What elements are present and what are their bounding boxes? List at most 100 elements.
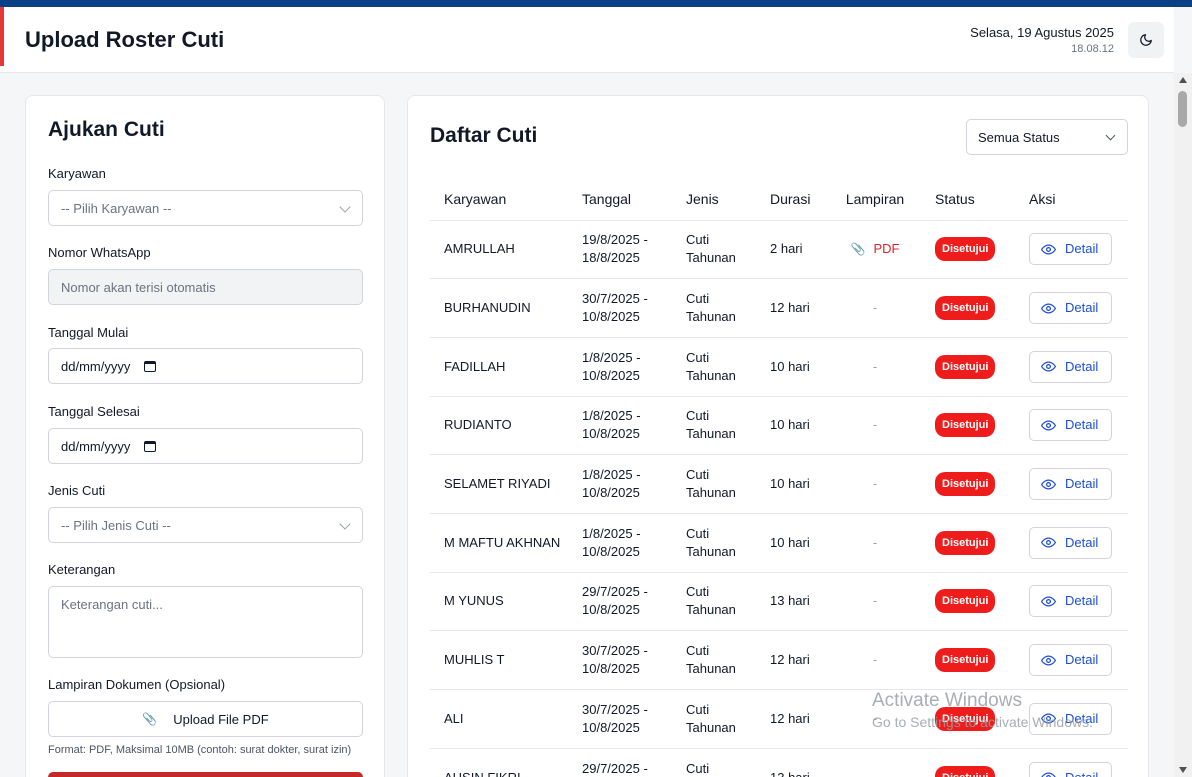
upload-pdf-button[interactable]: 📎 Upload File PDF bbox=[48, 701, 363, 737]
scroll-down-arrow-icon[interactable] bbox=[1179, 767, 1187, 773]
cell-type: Cuti Tahunan bbox=[672, 396, 756, 456]
cell-type: Cuti Tahunan bbox=[672, 337, 756, 397]
eye-icon bbox=[1041, 772, 1056, 777]
cell-status: Disetujui bbox=[921, 748, 1015, 777]
cell-action: Detail bbox=[1015, 337, 1128, 397]
cell-type: Cuti Tahunan bbox=[672, 220, 756, 280]
date-end: 10/8/2025 bbox=[582, 602, 640, 618]
cell-duration: 12 hari bbox=[756, 630, 829, 690]
moon-icon bbox=[1140, 34, 1152, 46]
detail-button[interactable]: Detail bbox=[1029, 644, 1112, 677]
leave-type-select[interactable]: -- Pilih Jenis Cuti -- bbox=[48, 507, 363, 543]
cell-date: 29/7/2025 - 10/8/2025 bbox=[568, 572, 672, 632]
type-line-1: Cuti bbox=[686, 760, 710, 776]
cell-date: 1/8/2025 - 10/8/2025 bbox=[568, 337, 672, 397]
date-end: 10/8/2025 bbox=[582, 485, 640, 501]
cell-employee: MUHLIS T bbox=[430, 630, 568, 690]
date-start: 30/7/2025 - bbox=[582, 291, 648, 307]
detail-button[interactable]: Detail bbox=[1029, 292, 1112, 325]
eye-icon bbox=[1041, 420, 1056, 431]
page-header: Upload Roster Cuti Selasa, 19 Agustus 20… bbox=[0, 7, 1174, 73]
status-filter-select[interactable]: Semua Status bbox=[966, 119, 1128, 155]
table-row: SELAMET RIYADI 1/8/2025 - 10/8/2025 Cuti Tah… bbox=[430, 454, 1128, 514]
cell-date: 30/7/2025 - 10/8/2025 bbox=[568, 689, 672, 749]
cell-status: Disetujui bbox=[921, 220, 1015, 280]
cell-employee: AMRULLAH bbox=[430, 220, 568, 280]
detail-button[interactable]: Detail bbox=[1029, 233, 1112, 266]
cell-date: 30/7/2025 - 10/8/2025 bbox=[568, 278, 672, 338]
eye-icon bbox=[1041, 596, 1056, 607]
end-date-input[interactable]: dd/mm/yyyy bbox=[48, 428, 363, 464]
notes-textarea[interactable]: Keterangan cuti... bbox=[48, 586, 363, 658]
cell-employee: BURHANUDIN bbox=[430, 278, 568, 338]
scroll-up-arrow-icon[interactable] bbox=[1179, 77, 1187, 83]
calendar-icon[interactable] bbox=[144, 440, 157, 452]
status-badge: Disetujui bbox=[935, 413, 996, 438]
cell-attachment: - bbox=[829, 572, 921, 632]
detail-button[interactable]: Detail bbox=[1029, 702, 1112, 735]
column-header: Aksi bbox=[1015, 178, 1128, 221]
page-scrollbar[interactable] bbox=[1174, 73, 1192, 777]
date-start: 30/7/2025 - bbox=[582, 701, 648, 717]
end-date-value: dd/mm/yyyy bbox=[61, 438, 131, 454]
cell-status: Disetujui bbox=[921, 396, 1015, 456]
page-title: Upload Roster Cuti bbox=[25, 27, 225, 52]
pdf-link[interactable]: PDF bbox=[873, 241, 899, 256]
date-start: 29/7/2025 - bbox=[582, 584, 648, 600]
date-time: Selasa, 19 Agustus 2025 18.08.12 bbox=[970, 25, 1114, 55]
start-date-input[interactable]: dd/mm/yyyy bbox=[48, 348, 363, 384]
cell-type: Cuti Tahunan bbox=[672, 630, 756, 690]
leave-table: Karyawan Tanggal Jenis Durasi Lampiran S… bbox=[430, 178, 1128, 777]
leave-type-label: Jenis Cuti bbox=[48, 483, 106, 498]
detail-button[interactable]: Detail bbox=[1029, 409, 1112, 442]
table-row: BURHANUDIN 30/7/2025 - 10/8/2025 Cuti Tahuna… bbox=[430, 278, 1128, 338]
status-filter-value: Semua Status bbox=[978, 129, 1060, 145]
status-badge: Disetujui bbox=[935, 237, 996, 262]
column-header: Jenis bbox=[672, 178, 756, 221]
no-attachment: - bbox=[872, 358, 878, 374]
date-start: 19/8/2025 - bbox=[582, 232, 648, 248]
calendar-icon[interactable] bbox=[144, 360, 157, 372]
theme-toggle-button[interactable] bbox=[1128, 22, 1164, 58]
detail-button[interactable]: Detail bbox=[1029, 761, 1112, 777]
leave-request-form: Ajukan Cuti Karyawan -- Pilih Karyawan -… bbox=[25, 95, 385, 777]
detail-button[interactable]: Detail bbox=[1029, 526, 1112, 559]
date-start: 1/8/2025 - bbox=[582, 467, 641, 483]
type-line-1: Cuti bbox=[686, 408, 710, 424]
status-badge: Disetujui bbox=[935, 354, 996, 379]
type-line-2: Tahunan bbox=[686, 309, 736, 325]
table-row: RUDIANTO 1/8/2025 - 10/8/2025 Cuti Tahunan 10… bbox=[430, 396, 1128, 456]
type-line-1: Cuti bbox=[686, 349, 710, 365]
paperclip-icon: 📎 bbox=[142, 712, 158, 726]
status-badge: Disetujui bbox=[935, 296, 996, 321]
cell-date: 19/8/2025 - 18/8/2025 bbox=[568, 220, 672, 280]
type-line-2: Tahunan bbox=[686, 250, 736, 266]
detail-label: Detail bbox=[1065, 652, 1099, 668]
type-line-1: Cuti bbox=[686, 525, 710, 541]
end-date-label: Tanggal Selesai bbox=[48, 404, 140, 419]
status-badge: Disetujui bbox=[935, 530, 996, 555]
cell-attachment: - bbox=[829, 513, 921, 573]
cell-employee: SELAMET RIYADI bbox=[430, 454, 568, 514]
whatsapp-label: Nomor WhatsApp bbox=[48, 245, 151, 260]
cell-date: 1/8/2025 - 10/8/2025 bbox=[568, 513, 672, 573]
detail-button[interactable]: Detail bbox=[1029, 585, 1112, 618]
submit-button[interactable] bbox=[48, 772, 363, 777]
date-end: 10/8/2025 bbox=[582, 543, 640, 559]
status-badge: Disetujui bbox=[935, 589, 996, 614]
karyawan-select[interactable]: -- Pilih Karyawan -- bbox=[48, 190, 363, 226]
detail-button[interactable]: Detail bbox=[1029, 350, 1112, 383]
scroll-thumb[interactable] bbox=[1178, 91, 1187, 127]
eye-icon bbox=[1041, 537, 1056, 548]
leave-list-card: Daftar Cuti Semua Status Karyawan Tangga… bbox=[407, 95, 1149, 777]
table-row: M MAFTU AKHNAN 1/8/2025 - 10/8/2025 Cuti Tah… bbox=[430, 513, 1128, 573]
eye-icon bbox=[1041, 361, 1056, 372]
no-attachment: - bbox=[872, 417, 878, 433]
type-line-2: Tahunan bbox=[686, 426, 736, 442]
detail-button[interactable]: Detail bbox=[1029, 468, 1112, 501]
type-line-1: Cuti bbox=[686, 291, 710, 307]
top-accent-bar bbox=[0, 0, 1192, 7]
cell-duration: 10 hari bbox=[756, 513, 829, 573]
type-line-1: Cuti bbox=[686, 643, 710, 659]
table-row: M YUNUS 29/7/2025 - 10/8/2025 Cuti Tahunan 13… bbox=[430, 572, 1128, 632]
